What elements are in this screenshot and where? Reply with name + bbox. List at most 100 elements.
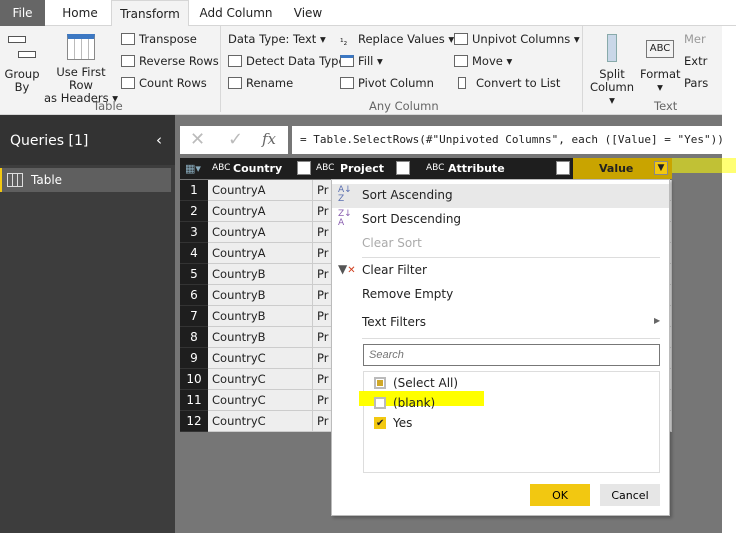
cell-country[interactable]: CountryA — [208, 180, 313, 201]
table-header-icon — [67, 34, 95, 60]
column-header-project[interactable]: Project — [340, 158, 384, 179]
merge-columns-button[interactable]: Mer — [684, 32, 706, 46]
submenu-arrow-icon: ▶ — [654, 316, 661, 325]
row-number[interactable]: 4 — [180, 243, 208, 264]
tab-view[interactable]: View — [285, 0, 331, 26]
cell-country[interactable]: CountryC — [208, 369, 313, 390]
row-number[interactable]: 11 — [180, 390, 208, 411]
row-number[interactable]: 9 — [180, 348, 208, 369]
pivot-column-button[interactable]: Pivot Column — [340, 76, 434, 90]
commit-check-icon[interactable]: ✓ — [228, 129, 243, 150]
row-number[interactable]: 5 — [180, 264, 208, 285]
query-item-label: Table — [31, 173, 63, 187]
cell-country[interactable]: CountryB — [208, 264, 313, 285]
remove-empty-item[interactable]: Remove Empty — [362, 287, 453, 301]
move-button[interactable]: Move ▾ — [454, 54, 512, 68]
project-filter-dropdown[interactable] — [396, 161, 410, 175]
divider — [362, 338, 660, 339]
replace-values-label: Replace Values ▾ — [358, 32, 455, 46]
cell-country[interactable]: CountryC — [208, 348, 313, 369]
query-item-table[interactable]: Table — [0, 168, 171, 192]
country-filter-dropdown[interactable] — [297, 161, 311, 175]
cell-country[interactable]: CountryC — [208, 411, 313, 432]
parse-button[interactable]: Pars — [684, 76, 708, 90]
row-number[interactable]: 12 — [180, 411, 208, 432]
column-label: Column ▾ — [589, 80, 635, 107]
text-type-icon: ABC — [426, 163, 445, 173]
row-number[interactable]: 1 — [180, 180, 208, 201]
any-column-group-label: Any Column — [369, 99, 439, 113]
clear-filter-item[interactable]: Clear Filter — [362, 263, 427, 277]
reverse-rows-icon — [121, 55, 135, 67]
sort-ascending-icon: A↓ Z — [338, 185, 352, 204]
format-button[interactable]: ABC Format ▾ — [640, 34, 681, 94]
row-number[interactable]: 6 — [180, 285, 208, 306]
column-header-attribute[interactable]: Attribute — [448, 158, 505, 179]
tab-file[interactable]: File — [0, 0, 45, 26]
row-number[interactable]: 10 — [180, 369, 208, 390]
use-first-row-label: Use First Row — [56, 65, 106, 92]
cell-country[interactable]: CountryA — [208, 243, 313, 264]
tab-transform[interactable]: Transform — [111, 0, 189, 27]
select-all-checkbox[interactable] — [374, 377, 386, 389]
cell-country[interactable]: CountryA — [208, 222, 313, 243]
transpose-button[interactable]: Transpose — [121, 32, 197, 46]
column-header-country[interactable]: Country — [233, 158, 282, 179]
formula-bar-input[interactable]: = Table.SelectRows(#"Unpivoted Columns",… — [292, 126, 736, 154]
rename-button[interactable]: Rename — [228, 76, 293, 90]
data-type-dropdown[interactable]: Data Type: Text ▾ — [228, 32, 326, 46]
row-number[interactable]: 8 — [180, 327, 208, 348]
sort-ascending-label: Sort Ascending — [362, 188, 453, 202]
cancel-button[interactable]: Cancel — [600, 484, 660, 506]
count-rows-button[interactable]: Count Rows — [121, 76, 207, 90]
extract-button[interactable]: Extr — [684, 54, 707, 68]
queries-header: Queries [1] ‹ — [0, 115, 175, 165]
collapse-chevron-icon[interactable]: ‹ — [156, 131, 162, 149]
cell-country[interactable]: CountryB — [208, 285, 313, 306]
queries-title: Queries [1] — [10, 133, 89, 149]
row-number[interactable]: 7 — [180, 306, 208, 327]
values-list: (Select All) (blank) ✔ Yes — [359, 371, 660, 473]
text-filters-item[interactable]: Text Filters — [362, 315, 426, 329]
format-arrow: ▾ — [657, 80, 663, 94]
cell-country[interactable]: CountryC — [208, 390, 313, 411]
split-column-icon — [607, 34, 617, 62]
replace-values-button[interactable]: ¹₂ Replace Values ▾ — [340, 32, 454, 50]
tab-home[interactable]: Home — [52, 0, 108, 26]
pivot-column-icon — [340, 77, 354, 89]
unpivot-columns-icon — [454, 33, 468, 45]
sort-descending-item[interactable]: Sort Descending — [362, 212, 461, 226]
unpivot-columns-button[interactable]: Unpivot Columns ▾ — [454, 32, 580, 46]
row-number[interactable]: 3 — [180, 222, 208, 243]
cell-country[interactable]: CountryA — [208, 201, 313, 222]
fill-button[interactable]: Fill ▾ — [340, 54, 383, 68]
reverse-rows-button[interactable]: Reverse Rows — [121, 54, 219, 68]
value-filter-active-icon[interactable]: ▼ — [654, 161, 668, 175]
table-group-label: Table — [93, 99, 123, 113]
detect-data-type-button[interactable]: Detect Data Type — [228, 54, 346, 68]
cancel-x-icon[interactable]: ✕ — [190, 129, 205, 150]
group-by-label: Group By — [4, 67, 40, 94]
group-by-button[interactable]: Group By — [4, 36, 40, 94]
ok-button[interactable]: OK — [530, 484, 590, 506]
fx-icon[interactable]: fx — [262, 130, 276, 148]
tab-add-column[interactable]: Add Column — [195, 0, 277, 26]
yes-label: Yes — [393, 416, 413, 430]
cell-country[interactable]: CountryB — [208, 327, 313, 348]
row-number[interactable]: 2 — [180, 201, 208, 222]
split-column-button[interactable]: Split Column ▾ — [586, 34, 638, 107]
divider — [582, 26, 583, 112]
cell-country[interactable]: CountryB — [208, 306, 313, 327]
convert-to-list-label: Convert to List — [476, 76, 561, 90]
filter-dropdown-menu: A↓ Z Sort Ascending Z↓ A Sort Descending C… — [331, 179, 670, 516]
blank-checkbox[interactable] — [374, 397, 386, 409]
attribute-filter-dropdown[interactable] — [556, 161, 570, 175]
table-menu-icon[interactable]: ▦▾ — [185, 158, 201, 179]
yes-checkbox[interactable]: ✔ — [374, 417, 386, 429]
unpivot-columns-label: Unpivot Columns ▾ — [472, 32, 580, 46]
use-first-row-button[interactable]: Use First Row as Headers ▾ — [44, 34, 118, 105]
clear-sort-item: Clear Sort — [362, 236, 422, 250]
search-input[interactable] — [363, 344, 660, 366]
convert-to-list-button[interactable]: Convert to List — [454, 76, 560, 90]
replace-values-icon: ¹₂ — [340, 38, 348, 48]
